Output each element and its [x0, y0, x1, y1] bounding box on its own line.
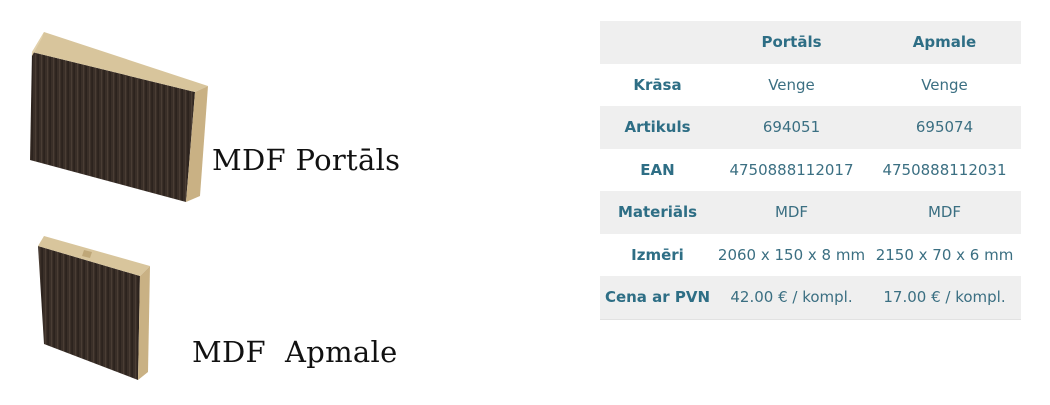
product-name-apmale: MDF Apmale — [192, 335, 398, 369]
cell-apmale: Venge — [921, 75, 968, 94]
wood-board-trim-icon — [38, 236, 150, 380]
cell-apmale: 17.00 € / kompl. — [883, 288, 1006, 307]
table-header-row: Portāls Apmale — [600, 21, 1021, 64]
cell-apmale: 695074 — [915, 118, 974, 137]
row-label: Krāsa — [633, 75, 682, 94]
table-row-ean: EAN 4750888112017 4750888112031 — [600, 149, 1021, 192]
table-row-izmeri: Izmēri 2060 x 150 x 8 mm 2150 x 70 x 6 m… — [600, 234, 1021, 277]
row-label: EAN — [640, 160, 675, 179]
row-label: Materiāls — [617, 203, 698, 222]
row-label: Artikuls — [624, 118, 691, 137]
cell-apmale: 4750888112031 — [882, 160, 1007, 179]
column-header-empty — [600, 21, 715, 64]
row-label: Cena ar PVN — [604, 288, 711, 307]
product-name-portals: MDF Portāls — [212, 143, 401, 177]
cell-apmale: MDF — [927, 203, 962, 222]
table-row-krasa: Krāsa Venge Venge — [600, 64, 1021, 107]
cell-portals: 42.00 € / kompl. — [730, 288, 853, 307]
table-row-cena: Cena ar PVN 42.00 € / kompl. 17.00 € / k… — [600, 276, 1021, 319]
table-row-materials: Materiāls MDF MDF — [600, 191, 1021, 234]
row-label: Izmēri — [631, 245, 684, 264]
table-row-artikuls: Artikuls 694051 695074 — [600, 106, 1021, 149]
product-image-apmale — [30, 232, 155, 382]
column-header-portals: Portāls — [761, 33, 822, 52]
product-list: MDF Portāls MDF Apmale — [0, 0, 560, 405]
wood-board-wide-icon — [30, 32, 208, 202]
cell-apmale: 2150 x 70 x 6 mm — [875, 245, 1014, 264]
cell-portals: 694051 — [762, 118, 821, 137]
column-header-apmale: Apmale — [912, 33, 977, 52]
cell-portals: Venge — [768, 75, 815, 94]
spec-table: Portāls Apmale Krāsa Venge Venge Artikul… — [600, 21, 1021, 320]
cell-portals: 4750888112017 — [729, 160, 854, 179]
cell-portals: MDF — [774, 203, 809, 222]
product-image-portals — [20, 30, 210, 205]
cell-portals: 2060 x 150 x 8 mm — [717, 245, 866, 264]
